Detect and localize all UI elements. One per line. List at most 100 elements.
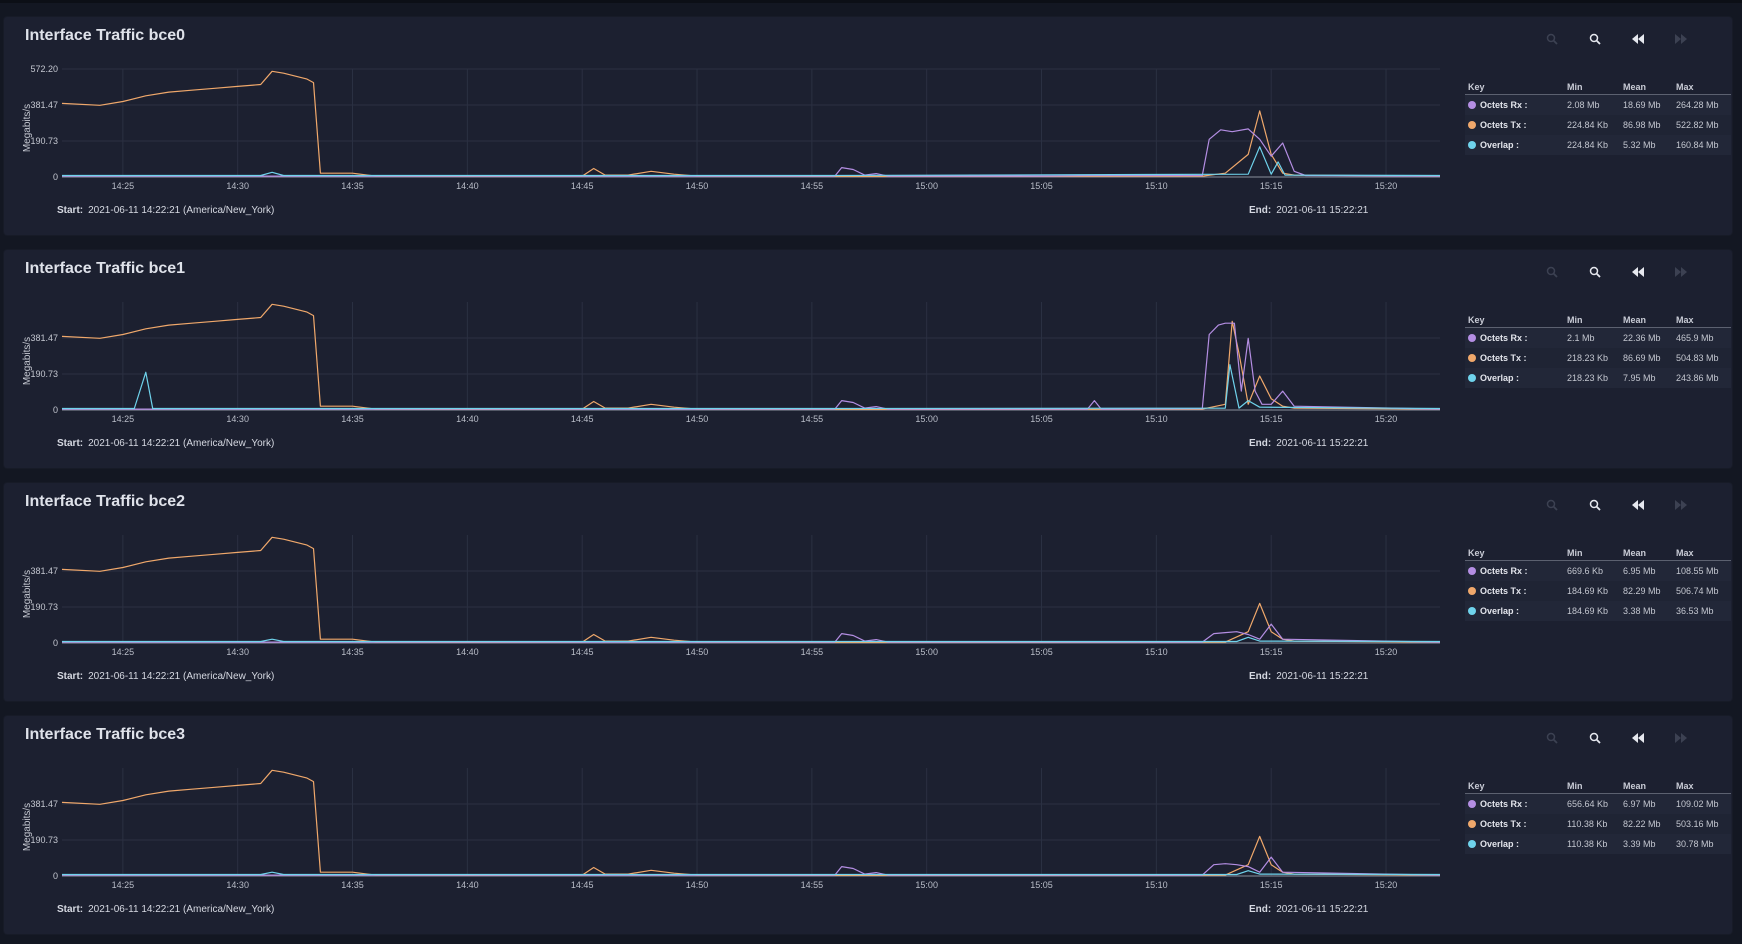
traffic-chart: 0 190.73 381.47 14:25 14:30 14:35 14:40 14:45 14… [22, 768, 1441, 890]
start-value: 2021-06-11 14:22:21 (America/New_York) [88, 438, 275, 449]
zoom-out-button[interactable] [1530, 730, 1573, 746]
zoom-in-icon [1589, 499, 1601, 511]
series-line-octets-tx [61, 769, 1441, 876]
series-color-dot [1468, 607, 1476, 615]
zoom-out-button[interactable] [1530, 264, 1573, 280]
legend-row-tx[interactable]: Octets Tx : 224.84 Kb 86.98 Mb 522.82 Mb [1465, 115, 1731, 135]
legend-row-overlap[interactable]: Overlap : 224.84 Kb 5.32 Mb 160.84 Mb [1465, 135, 1731, 155]
legend: Key Min Mean Max Octets Rx : 656.64 Kb 6.97 M… [1465, 780, 1735, 854]
start-time: Start: 2021-06-11 14:22:21 (America/New_Y… [57, 904, 274, 915]
series-mean: 86.98 Mb [1620, 115, 1673, 135]
series-name: Octets Tx : [1480, 353, 1527, 363]
forward-button[interactable] [1659, 31, 1702, 47]
legend-header-min: Min [1564, 547, 1620, 561]
x-tick-label: 15:10 [1145, 414, 1168, 424]
series-min: 2.1 Mb [1564, 327, 1620, 348]
x-tick-label: 15:20 [1375, 647, 1398, 657]
x-tick-label: 14:55 [801, 880, 824, 890]
series-mean: 82.22 Mb [1620, 814, 1673, 834]
legend-row-rx[interactable]: Octets Rx : 2.1 Mb 22.36 Mb 465.9 Mb [1465, 327, 1731, 348]
series-color-dot [1468, 800, 1476, 808]
zoom-out-icon [1546, 266, 1558, 278]
x-tick-label: 15:10 [1145, 880, 1168, 890]
zoom-in-button[interactable] [1573, 730, 1616, 746]
zoom-in-button[interactable] [1573, 264, 1616, 280]
end-label: End: [1249, 438, 1272, 449]
start-value: 2021-06-11 14:22:21 (America/New_York) [88, 205, 275, 216]
x-tick-label: 15:20 [1375, 880, 1398, 890]
start-value: 2021-06-11 14:22:21 (America/New_York) [88, 671, 275, 682]
end-label: End: [1249, 205, 1272, 216]
legend-row-rx[interactable]: Octets Rx : 2.08 Mb 18.69 Mb 264.28 Mb [1465, 94, 1731, 115]
legend-header-max: Max [1673, 780, 1731, 794]
forward-button[interactable] [1659, 497, 1702, 513]
rewind-button[interactable] [1616, 31, 1659, 47]
legend-row-tx[interactable]: Octets Tx : 184.69 Kb 82.29 Mb 506.74 Mb [1465, 581, 1731, 601]
x-tick-label: 15:05 [1030, 181, 1053, 191]
series-line-octets-rx [62, 322, 1441, 410]
forward-icon [1674, 500, 1687, 510]
series-name: Overlap : [1480, 140, 1520, 150]
series-name: Overlap : [1480, 373, 1520, 383]
y-tick-label: 190.73 [30, 602, 58, 612]
legend-header-mean: Mean [1620, 314, 1673, 328]
rewind-button[interactable] [1616, 264, 1659, 280]
zoom-out-icon [1546, 33, 1558, 45]
legend-row-overlap[interactable]: Overlap : 110.38 Kb 3.39 Mb 30.78 Mb [1465, 834, 1731, 854]
rewind-button[interactable] [1616, 497, 1659, 513]
series-min: 184.69 Kb [1564, 601, 1620, 621]
legend-row-tx[interactable]: Octets Tx : 110.38 Kb 82.22 Mb 503.16 Mb [1465, 814, 1731, 834]
series-max: 506.74 Mb [1673, 581, 1731, 601]
x-tick-label: 14:35 [341, 414, 364, 424]
legend: Key Min Mean Max Octets Rx : 2.08 Mb 18.69 Mb… [1465, 81, 1735, 155]
series-mean: 86.69 Mb [1620, 348, 1673, 368]
series-color-dot [1468, 840, 1476, 848]
start-value: 2021-06-11 14:22:21 (America/New_York) [88, 904, 275, 915]
legend-row-rx[interactable]: Octets Rx : 669.6 Kb 6.95 Mb 108.55 Mb [1465, 560, 1731, 581]
y-tick-label: 0 [53, 871, 58, 881]
y-tick-label: 381.47 [30, 799, 58, 809]
end-value: 2021-06-11 15:22:21 [1276, 904, 1369, 915]
series-mean: 22.36 Mb [1620, 327, 1673, 348]
forward-icon [1674, 267, 1687, 277]
series-color-dot [1468, 587, 1476, 595]
x-tick-label: 15:00 [915, 880, 938, 890]
start-time: Start: 2021-06-11 14:22:21 (America/New_Y… [57, 205, 274, 216]
rewind-button[interactable] [1616, 730, 1659, 746]
legend: Key Min Mean Max Octets Rx : 2.1 Mb 22.36 Mb 4… [1465, 314, 1735, 388]
x-tick-label: 14:25 [112, 181, 135, 191]
zoom-in-button[interactable] [1573, 31, 1616, 47]
series-max: 504.83 Mb [1673, 348, 1731, 368]
legend-row-overlap[interactable]: Overlap : 184.69 Kb 3.38 Mb 36.53 Mb [1465, 601, 1731, 621]
y-tick-label: 381.47 [30, 333, 58, 343]
legend-header-mean: Mean [1620, 81, 1673, 95]
series-name: Octets Rx : [1480, 566, 1528, 576]
legend-row-tx[interactable]: Octets Tx : 218.23 Kb 86.69 Mb 504.83 Mb [1465, 348, 1731, 368]
legend: Key Min Mean Max Octets Rx : 669.6 Kb 6.95 Mb… [1465, 547, 1735, 621]
series-color-dot [1468, 121, 1476, 129]
zoom-in-button[interactable] [1573, 497, 1616, 513]
series-line-overlap [62, 364, 1441, 410]
legend-row-overlap[interactable]: Overlap : 218.23 Kb 7.95 Mb 243.86 Mb [1465, 368, 1731, 388]
y-axis-label: Megabits/s [22, 570, 33, 618]
zoom-out-button[interactable] [1530, 31, 1573, 47]
series-max: 503.16 Mb [1673, 814, 1731, 834]
forward-button[interactable] [1659, 730, 1702, 746]
y-tick-label: 190.73 [30, 369, 58, 379]
legend-row-rx[interactable]: Octets Rx : 656.64 Kb 6.97 Mb 109.02 Mb [1465, 793, 1731, 814]
series-max: 160.84 Mb [1673, 135, 1731, 155]
legend-header-mean: Mean [1620, 547, 1673, 561]
series-min: 2.08 Mb [1564, 94, 1620, 115]
x-tick-label: 14:50 [686, 414, 709, 424]
zoom-out-button[interactable] [1530, 497, 1573, 513]
series-color-dot [1468, 567, 1476, 575]
series-name: Octets Rx : [1480, 799, 1528, 809]
x-tick-label: 15:15 [1260, 880, 1283, 890]
y-axis-label: Megabits/s [22, 337, 33, 385]
y-tick-label: 381.47 [30, 100, 58, 110]
x-tick-label: 14:25 [112, 880, 135, 890]
end-time: End: 2021-06-11 15:22:21 [1249, 205, 1368, 216]
x-tick-label: 14:55 [801, 414, 824, 424]
series-mean: 3.38 Mb [1620, 601, 1673, 621]
forward-button[interactable] [1659, 264, 1702, 280]
